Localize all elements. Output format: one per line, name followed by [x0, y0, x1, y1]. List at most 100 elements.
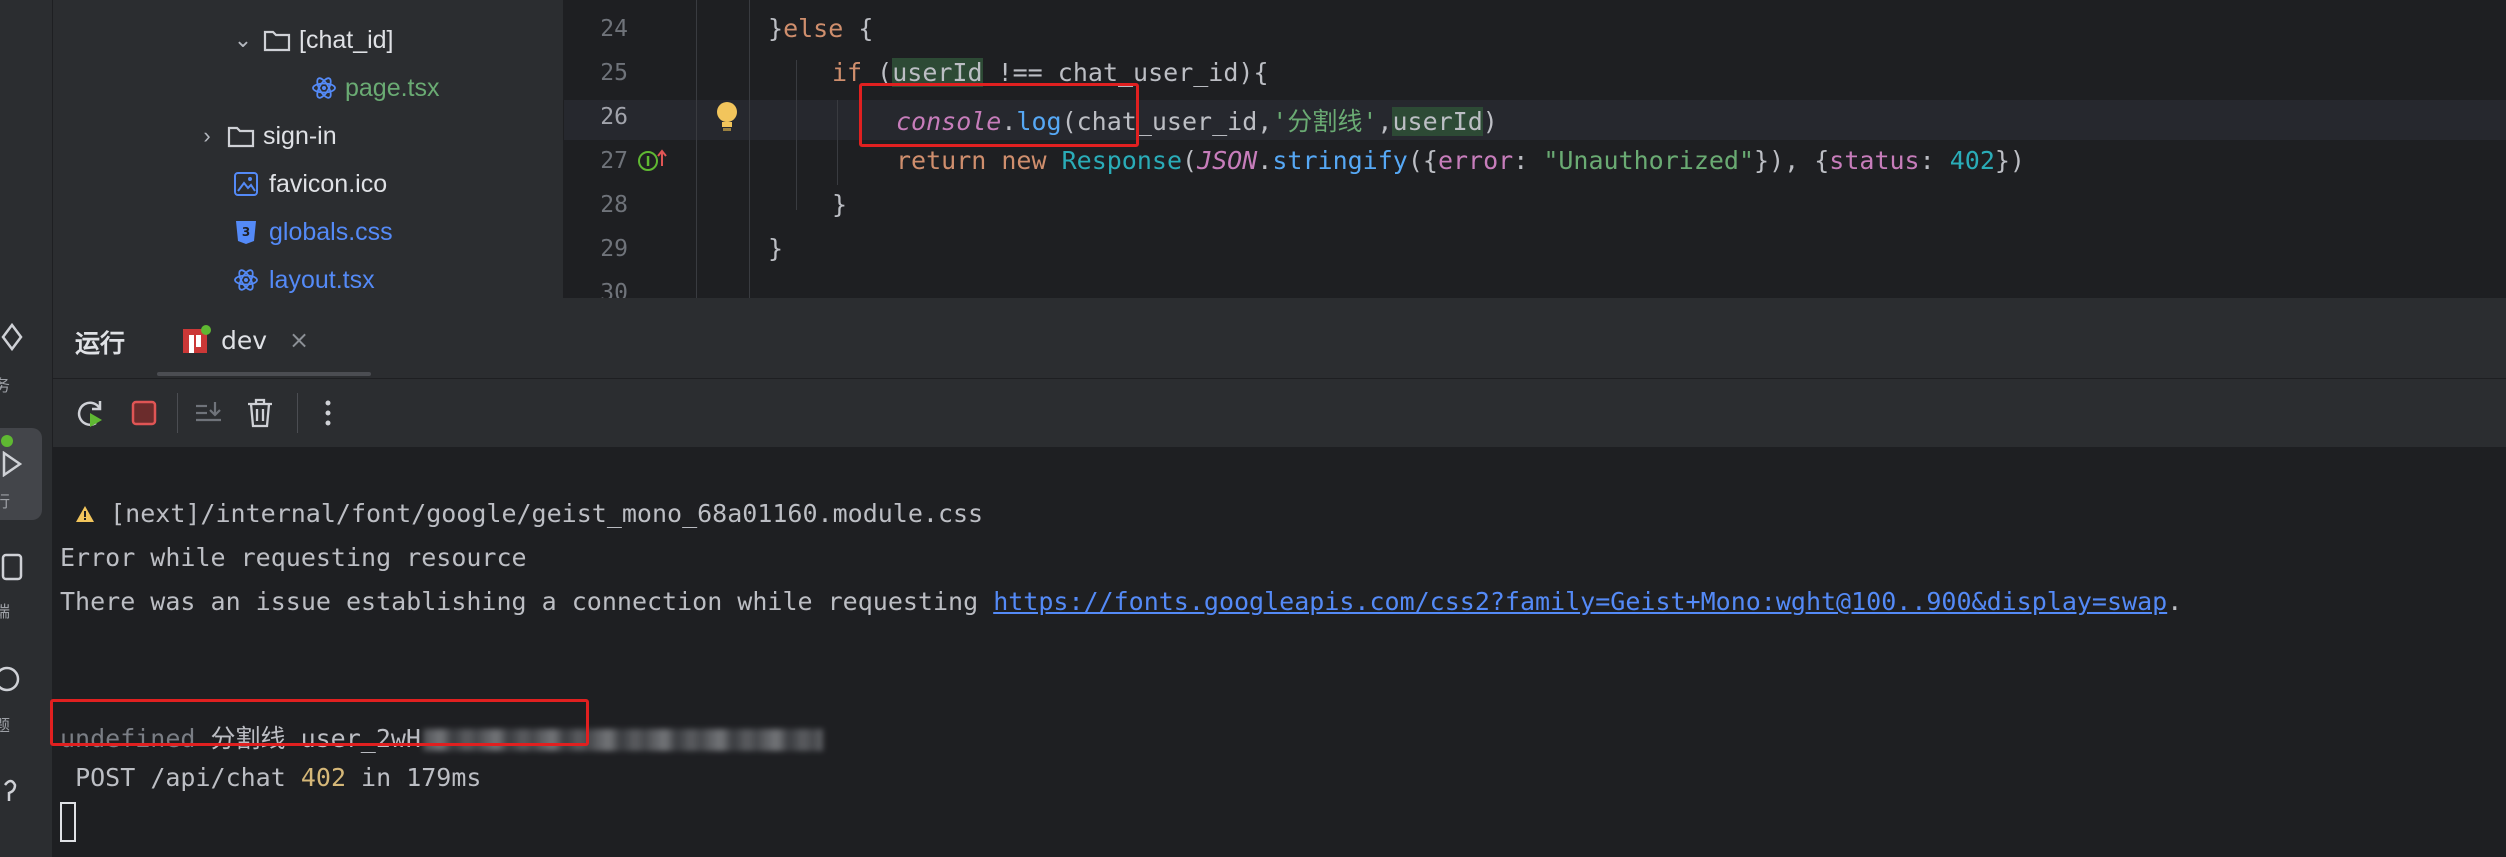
close-icon[interactable]: × — [289, 326, 309, 354]
code-token: ( — [1182, 146, 1198, 175]
services-label: 务 — [0, 376, 11, 395]
warning-icon — [75, 499, 95, 528]
code-line-27: return new Response(JSON.stringify({erro… — [896, 146, 2025, 175]
image-file-icon — [234, 172, 258, 196]
project-tree: ⌄ [chat_id] page.tsx › sign-in favicon.i… — [53, 0, 564, 298]
code-line-28: } — [832, 190, 848, 219]
editor-gutter: 24 25 26 27 28 29 30 I — [564, 0, 698, 298]
console-input-cursor[interactable] — [60, 802, 76, 842]
code-line-29: } — [768, 234, 784, 263]
terminal-label: 端 — [0, 602, 11, 621]
run-tool-icon[interactable] — [0, 448, 32, 488]
line-number: 29 — [600, 236, 628, 262]
fonts-url-link[interactable]: https://fonts.googleapis.com/css2?family… — [993, 587, 2167, 616]
stop-icon[interactable] — [127, 396, 161, 430]
code-token: 402 — [1949, 146, 1995, 175]
tree-item-label: layout.tsx — [269, 265, 375, 294]
code-token: status — [1829, 146, 1920, 175]
toolbar-separator — [177, 393, 178, 433]
console-post-line: POST /api/chat 402 in 179ms — [60, 763, 481, 792]
line-number: 30 — [600, 280, 628, 298]
code-token: ({ — [1407, 146, 1438, 175]
line-number: 25 — [600, 60, 628, 86]
code-token: return — [896, 146, 987, 175]
chevron-right-icon[interactable]: › — [193, 123, 221, 149]
tree-item-label: page.tsx — [345, 73, 440, 102]
post-time: in 179ms — [346, 763, 482, 792]
gutter-separator — [696, 0, 697, 298]
git-icon[interactable] — [0, 776, 32, 816]
tree-item-label: globals.css — [269, 217, 393, 246]
tree-item-globals-css[interactable]: 3 globals.css — [233, 212, 393, 252]
problems-icon[interactable] — [0, 664, 32, 704]
folder-icon — [227, 126, 255, 148]
lightbulb-icon[interactable] — [714, 100, 740, 138]
code-token: userId — [1392, 107, 1483, 136]
toolbar-separator — [297, 393, 298, 433]
svg-text:3: 3 — [242, 225, 250, 239]
tree-item-sign-in-folder[interactable]: › sign-in — [193, 116, 337, 156]
run-tool-header: 运行 dev × — [53, 298, 2506, 379]
code-token: JSON — [1197, 146, 1258, 175]
indent-guide — [837, 100, 838, 185]
tree-item-page-tsx[interactable]: page.tsx — [311, 68, 440, 108]
highlight-box-code — [859, 83, 1139, 147]
svg-text:I: I — [646, 155, 651, 170]
issue-period: . — [2167, 587, 2183, 616]
folder-icon — [263, 30, 291, 52]
code-token: : — [1919, 146, 1950, 175]
more-options-icon[interactable] — [311, 396, 345, 430]
tab-label: dev — [221, 325, 268, 355]
run-toolbar — [53, 379, 2506, 447]
problems-label: 题 — [0, 716, 11, 735]
tree-item-chat-id-folder[interactable]: ⌄ [chat_id] — [229, 20, 394, 60]
rerun-icon[interactable] — [73, 396, 107, 430]
post-method: POST /api/chat — [75, 763, 301, 792]
code-token: error — [1437, 146, 1514, 175]
highlight-box-console — [50, 699, 589, 746]
react-icon — [312, 77, 336, 99]
code-token: , — [1377, 107, 1393, 136]
code-token: stringify — [1272, 146, 1408, 175]
scroll-to-end-icon[interactable] — [191, 396, 225, 430]
code-token: ) — [1482, 107, 1498, 136]
chevron-down-icon[interactable]: ⌄ — [229, 27, 257, 53]
code-token: }), { — [1754, 146, 1830, 175]
css-file-icon: 3 — [236, 221, 256, 244]
code-token: Response — [1061, 146, 1183, 175]
terminal-icon[interactable] — [0, 552, 32, 592]
console-issue-line: There was an issue establishing a connec… — [60, 587, 2182, 616]
git-label: t — [0, 826, 18, 845]
code-line-24: }else { — [768, 14, 874, 43]
line-number: 24 — [600, 16, 628, 42]
line-number: 26 — [600, 104, 628, 130]
tree-item-label: [chat_id] — [299, 25, 394, 54]
tree-item-layout-tsx[interactable]: layout.tsx — [233, 260, 375, 300]
code-token: '分割线' — [1272, 107, 1378, 136]
services-icon[interactable] — [0, 322, 32, 363]
console-warning-line: [next]/internal/font/google/geist_mono_6… — [60, 499, 983, 528]
line-number: 28 — [600, 192, 628, 218]
warning-path: [next]/internal/font/google/geist_mono_6… — [110, 499, 984, 528]
code-token: }) — [1994, 146, 2025, 175]
console-error-line: Error while requesting resource — [60, 543, 527, 572]
tab-dev[interactable]: dev × — [181, 320, 309, 360]
post-status: 402 — [300, 763, 346, 792]
run-indicator-dot — [1, 435, 13, 447]
code-token: new — [1001, 146, 1047, 175]
active-tab-underline — [157, 372, 371, 376]
trash-icon[interactable] — [243, 396, 277, 430]
run-panel-title: 运行 — [75, 329, 126, 358]
issue-text: There was an issue establishing a connec… — [60, 587, 994, 616]
code-token: : — [1513, 146, 1544, 175]
implements-gutter-icon[interactable]: I — [638, 148, 668, 178]
code-token: if — [832, 58, 863, 87]
tree-item-label: sign-in — [263, 121, 337, 150]
code-editor[interactable]: 24 25 26 27 28 29 30 I }else { if ( userI… — [564, 0, 2506, 298]
line-number: 27 — [600, 148, 628, 174]
npm-run-icon — [183, 325, 211, 353]
console-output[interactable]: [next]/internal/font/google/geist_mono_6… — [50, 447, 2506, 857]
react-icon — [234, 269, 258, 291]
current-line-highlight — [564, 100, 2506, 140]
tree-item-favicon[interactable]: favicon.ico — [233, 164, 387, 204]
